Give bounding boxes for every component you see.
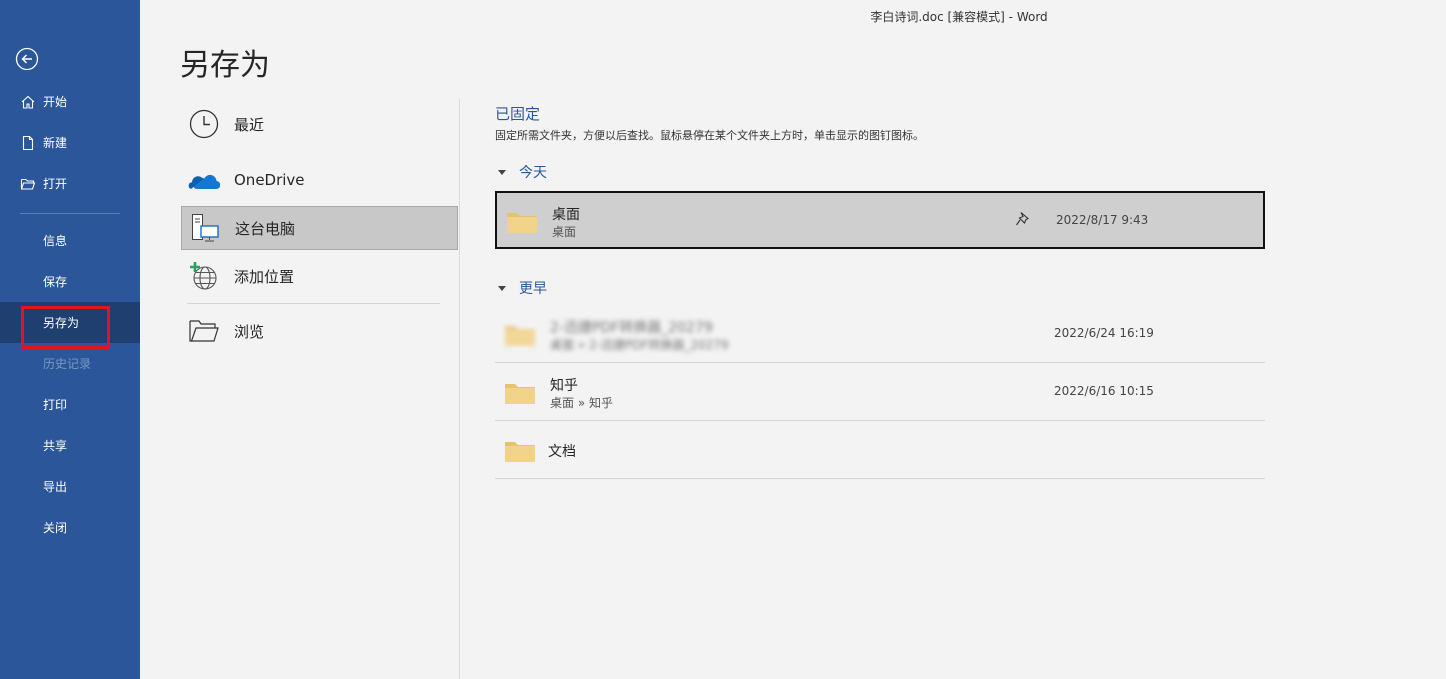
new-document-icon [20, 135, 36, 151]
collapse-triangle-icon [498, 169, 506, 175]
clock-icon [187, 107, 221, 141]
sidebar-item-label: 保存 [43, 275, 68, 289]
sidebar-item-print[interactable]: 打印 [0, 384, 140, 425]
folder-icon [505, 440, 535, 462]
add-location-globe-icon [187, 259, 221, 293]
sidebar-item-save[interactable]: 保存 [0, 261, 140, 302]
folder-date: 2022/8/17 9:43 [1056, 213, 1149, 227]
sidebar-item-label: 打开 [43, 177, 68, 191]
folder-name: 文档 [548, 444, 576, 460]
folder-name: 桌面 [552, 207, 580, 223]
folder-row[interactable]: 2-迅捷PDF转换器_20279 桌面 » 2-迅捷PDF转换器_20279 2… [495, 306, 1265, 364]
browse-folder-icon [187, 314, 221, 348]
folder-date: 2022/6/16 10:15 [1054, 384, 1154, 398]
sidebar-item-label: 开始 [43, 95, 68, 109]
sidebar-item-new[interactable]: 新建 [0, 122, 140, 163]
pinned-hint-text: 固定所需文件夹，方便以后查找。鼠标悬停在某个文件夹上方时，单击显示的图钉图标。 [495, 129, 924, 142]
folder-icon [505, 382, 535, 404]
folder-row[interactable]: 文档 [495, 421, 1265, 479]
folder-row[interactable]: 知乎 桌面 » 知乎 2022/6/16 10:15 [495, 364, 1265, 422]
sidebar-item-label: 导出 [43, 480, 68, 494]
open-folder-icon [20, 176, 36, 192]
location-label: 添加位置 [234, 267, 295, 286]
location-label: 这台电脑 [235, 219, 296, 238]
location-label: 最近 [234, 115, 265, 134]
highlight-outline [21, 306, 110, 349]
group-label: 更早 [519, 281, 547, 297]
sidebar-item-info[interactable]: 信息 [0, 220, 140, 261]
sidebar-item-export[interactable]: 导出 [0, 466, 140, 507]
sidebar-item-home[interactable]: 开始 [0, 81, 140, 122]
sidebar-item-label: 新建 [43, 136, 68, 150]
home-icon [20, 94, 36, 110]
sidebar-item-history: 历史记录 [0, 343, 140, 384]
sidebar-item-label: 关闭 [43, 521, 68, 535]
row-separator [495, 362, 1265, 363]
folder-icon [507, 211, 537, 233]
pin-icon[interactable] [1015, 211, 1031, 229]
folder-path: 桌面 » 2-迅捷PDF转换器_20279 [550, 338, 729, 352]
collapse-triangle-icon [498, 285, 506, 291]
back-arrow-icon[interactable] [15, 47, 39, 71]
folder-icon [505, 324, 535, 346]
sidebar-item-label: 历史记录 [43, 357, 92, 371]
location-onedrive[interactable]: OneDrive [181, 158, 458, 202]
onedrive-cloud-icon [187, 163, 221, 197]
folder-path: 桌面 [552, 225, 577, 239]
row-separator [495, 478, 1265, 479]
sidebar-item-close[interactable]: 关闭 [0, 507, 140, 548]
group-label: 今天 [519, 165, 547, 181]
folder-name: 知乎 [550, 378, 578, 394]
group-header-today[interactable]: 今天 [498, 162, 547, 182]
location-divider [187, 303, 440, 304]
location-add-place[interactable]: 添加位置 [181, 254, 458, 298]
folder-name: 2-迅捷PDF转换器_20279 [550, 320, 713, 336]
column-divider [459, 99, 460, 679]
group-header-earlier[interactable]: 更早 [498, 278, 547, 298]
sidebar-item-label: 打印 [43, 398, 68, 412]
folder-path: 桌面 » 知乎 [550, 396, 613, 410]
folder-date: 2022/6/24 16:19 [1054, 326, 1154, 340]
sidebar-item-share[interactable]: 共享 [0, 425, 140, 466]
location-this-pc[interactable]: 这台电脑 [181, 206, 458, 250]
this-pc-icon [188, 211, 222, 245]
backstage-sidebar: 开始 新建 打开 信息 保存 另存为 历史记录 打印 共享 导出 关闭 [0, 0, 140, 679]
page-title: 另存为 [180, 48, 270, 83]
sidebar-item-label: 信息 [43, 234, 68, 248]
sidebar-item-label: 共享 [43, 439, 68, 453]
sidebar-item-open[interactable]: 打开 [0, 163, 140, 204]
folder-row[interactable]: 桌面 桌面 2022/8/17 9:43 [495, 191, 1265, 249]
window-title: 李白诗词.doc [兼容模式] - Word [870, 10, 1048, 24]
pinned-section-title: 已固定 [495, 105, 541, 123]
location-label: 浏览 [234, 322, 265, 341]
location-recent[interactable]: 最近 [181, 102, 458, 146]
sidebar-divider [20, 213, 120, 214]
location-browse[interactable]: 浏览 [181, 309, 458, 353]
location-label: OneDrive [234, 171, 305, 189]
